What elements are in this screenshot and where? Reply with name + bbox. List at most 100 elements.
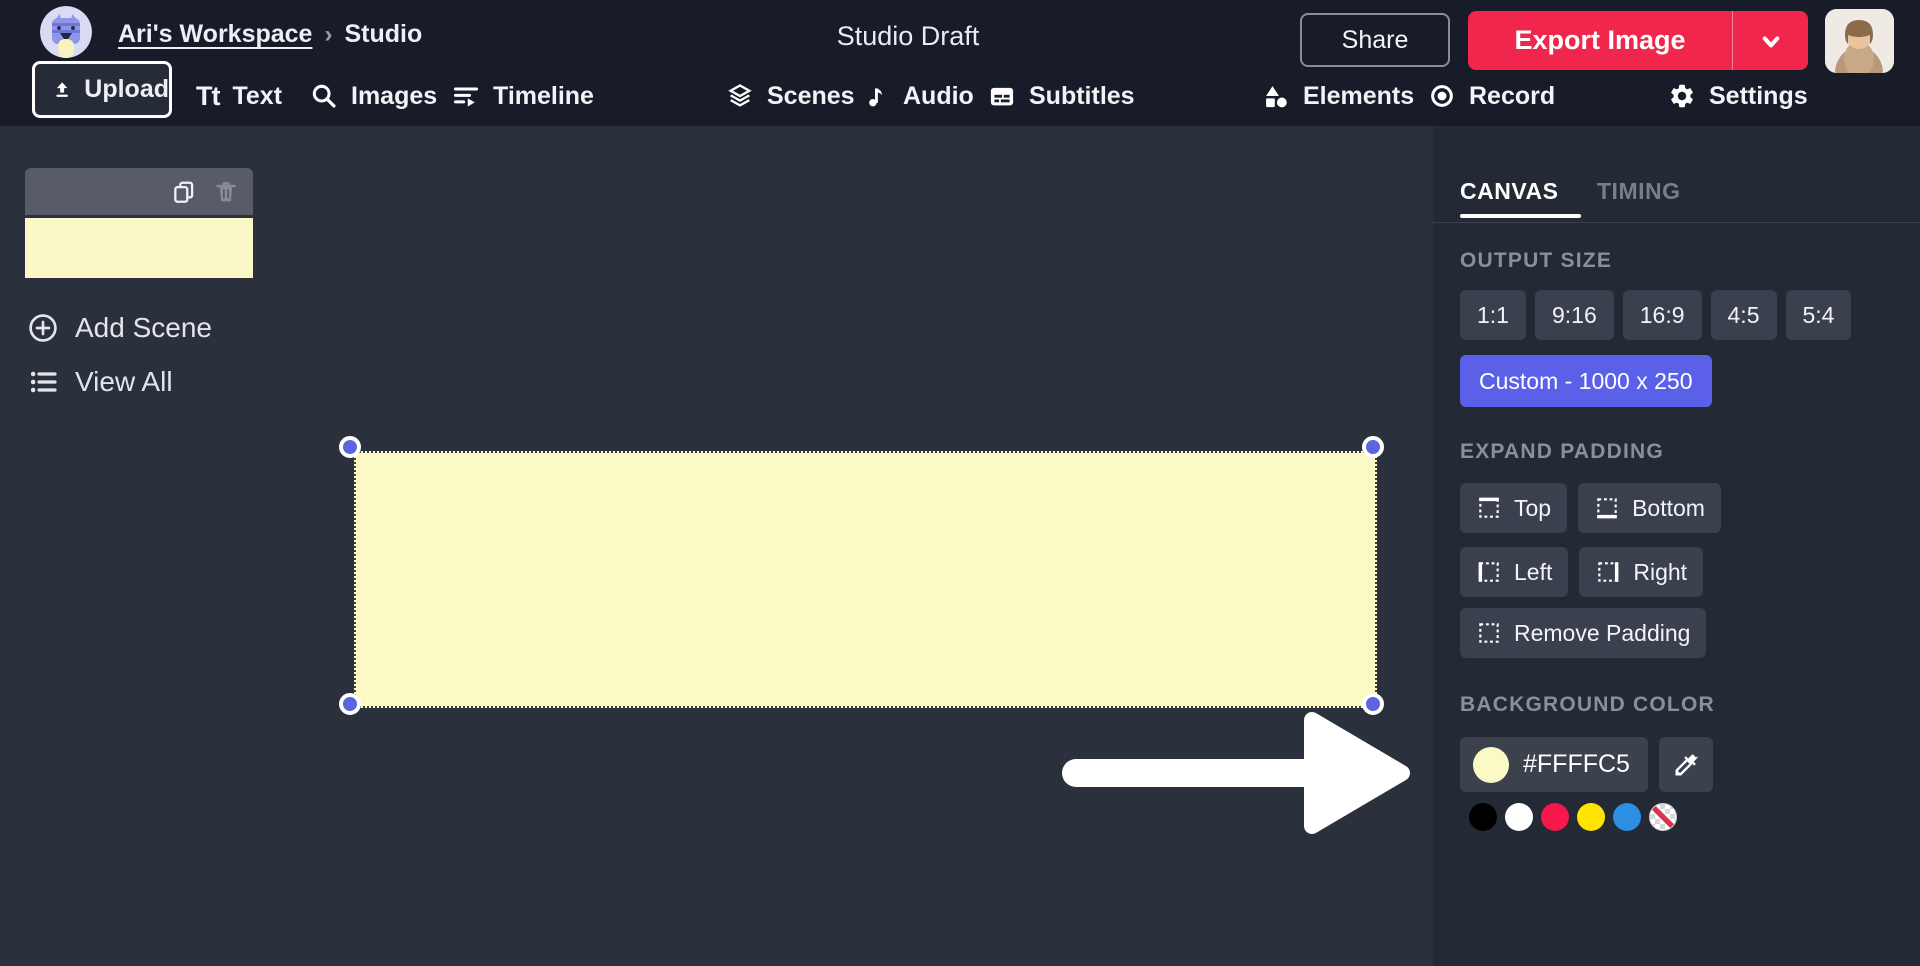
resize-handle-top-left[interactable] bbox=[339, 436, 361, 458]
pad-left-label: Left bbox=[1514, 558, 1553, 585]
remove-padding-icon bbox=[1479, 623, 1499, 643]
delete-scene-button[interactable] bbox=[213, 179, 239, 205]
tab-subtitles[interactable]: Subtitles bbox=[988, 70, 1135, 122]
text-icon: Tt bbox=[196, 80, 221, 111]
workspace-avatar[interactable] bbox=[40, 6, 92, 58]
padding-row-2: Left Right bbox=[1460, 547, 1704, 597]
tab-settings-label: Settings bbox=[1709, 81, 1808, 110]
arrow-right-icon bbox=[1062, 712, 1410, 834]
resize-handle-top-right[interactable] bbox=[1362, 436, 1384, 458]
tab-upload[interactable]: Upload bbox=[32, 61, 172, 118]
pad-right-button[interactable]: Right bbox=[1579, 547, 1704, 597]
tab-elements-label: Elements bbox=[1303, 81, 1415, 110]
tab-record-label: Record bbox=[1469, 81, 1556, 110]
active-tab-underline bbox=[1460, 214, 1581, 218]
shapes-icon bbox=[1266, 86, 1287, 108]
tab-timeline[interactable]: Timeline bbox=[452, 70, 594, 122]
plus-circle-icon bbox=[29, 314, 57, 342]
duplicate-scene-button[interactable] bbox=[171, 179, 197, 205]
breadcrumb-workspace-link[interactable]: Ari's Workspace bbox=[118, 20, 312, 49]
subtitles-icon bbox=[990, 87, 1014, 106]
user-photo bbox=[1825, 9, 1894, 73]
view-all-button[interactable]: View All bbox=[27, 366, 173, 398]
view-all-label: View All bbox=[75, 366, 173, 397]
tab-text[interactable]: Tt Text bbox=[196, 70, 282, 122]
background-color-row: #FFFFC5 bbox=[1460, 737, 1713, 792]
tab-subtitles-label: Subtitles bbox=[1029, 81, 1135, 110]
selected-rectangle[interactable] bbox=[354, 451, 1377, 708]
scene-card-toolbar bbox=[25, 168, 253, 215]
tab-scenes-label: Scenes bbox=[767, 81, 855, 110]
remove-padding-button[interactable]: Remove Padding bbox=[1460, 608, 1707, 658]
pad-bottom-label: Bottom bbox=[1632, 494, 1705, 521]
swatch-black[interactable] bbox=[1469, 803, 1497, 831]
current-color-swatch bbox=[1473, 746, 1509, 783]
header-bar: Ari's Workspace › Studio Studio Draft Sh… bbox=[0, 0, 1920, 126]
resize-handle-bottom-right[interactable] bbox=[1362, 693, 1384, 715]
swatch-transparent[interactable] bbox=[1649, 803, 1677, 831]
pad-top-icon bbox=[1479, 497, 1499, 518]
custom-size-button[interactable]: Custom - 1000 x 250 bbox=[1460, 355, 1712, 407]
music-note-icon bbox=[869, 88, 882, 107]
panel-divider bbox=[1433, 222, 1920, 223]
export-image-button[interactable]: Export Image bbox=[1468, 11, 1808, 70]
search-icon bbox=[312, 84, 336, 108]
copy-icon bbox=[174, 181, 194, 203]
pad-bottom-icon bbox=[1597, 498, 1617, 519]
tab-record[interactable]: Record bbox=[1428, 70, 1555, 122]
record-icon bbox=[1431, 85, 1453, 107]
swatch-red[interactable] bbox=[1541, 803, 1569, 831]
tab-text-label: Text bbox=[232, 81, 283, 110]
breadcrumb-page: Studio bbox=[344, 20, 423, 48]
padding-row-3: Remove Padding bbox=[1460, 608, 1707, 658]
timeline-icon bbox=[453, 87, 479, 107]
list-icon bbox=[30, 371, 57, 393]
add-scene-label: Add Scene bbox=[75, 312, 212, 343]
arrow-element[interactable] bbox=[1050, 708, 1420, 843]
swatch-white[interactable] bbox=[1505, 803, 1533, 831]
tab-scenes[interactable]: Scenes bbox=[726, 70, 855, 122]
pad-right-label: Right bbox=[1633, 558, 1688, 585]
tab-audio[interactable]: Audio bbox=[864, 70, 974, 122]
background-color-label: BACKGROUND COLOR bbox=[1460, 693, 1715, 716]
color-hex-button[interactable]: #FFFFC5 bbox=[1460, 737, 1648, 792]
eyedropper-icon bbox=[1675, 753, 1698, 775]
pad-bottom-button[interactable]: Bottom bbox=[1578, 483, 1721, 533]
tab-canvas[interactable]: CANVAS bbox=[1460, 178, 1558, 205]
ratio-16-9-button[interactable]: 16:9 bbox=[1622, 290, 1702, 340]
pad-left-button[interactable]: Left bbox=[1460, 547, 1569, 597]
ratio-9-16-button[interactable]: 9:16 bbox=[1534, 290, 1614, 340]
scene-thumbnail[interactable] bbox=[25, 218, 253, 278]
tab-timing[interactable]: TIMING bbox=[1597, 178, 1681, 205]
cat-avatar-icon bbox=[40, 6, 92, 58]
resize-handle-bottom-left[interactable] bbox=[339, 693, 361, 715]
expand-padding-label: EXPAND PADDING bbox=[1460, 440, 1664, 463]
export-options-toggle[interactable] bbox=[1732, 11, 1808, 70]
tab-images[interactable]: Images bbox=[310, 70, 437, 122]
preset-swatches bbox=[1469, 803, 1677, 831]
tab-settings[interactable]: Settings bbox=[1668, 70, 1808, 122]
breadcrumb-separator: › bbox=[324, 20, 333, 48]
pad-top-button[interactable]: Top bbox=[1460, 483, 1568, 533]
breadcrumb: Ari's Workspace › Studio bbox=[118, 20, 422, 49]
share-button-label: Share bbox=[1341, 25, 1409, 54]
pad-top-label: Top bbox=[1514, 494, 1552, 521]
user-avatar[interactable] bbox=[1825, 9, 1894, 73]
eyedropper-button[interactable] bbox=[1658, 737, 1713, 792]
pad-left-icon bbox=[1478, 562, 1499, 582]
document-title[interactable]: Studio Draft bbox=[837, 21, 980, 52]
remove-padding-label: Remove Padding bbox=[1514, 619, 1691, 646]
swatch-yellow[interactable] bbox=[1577, 803, 1605, 831]
ratio-5-4-button[interactable]: 5:4 bbox=[1785, 290, 1852, 340]
chevron-down-icon bbox=[1762, 36, 1779, 47]
ratio-1-1-button[interactable]: 1:1 bbox=[1460, 290, 1526, 340]
pad-right-icon bbox=[1598, 562, 1619, 582]
share-button[interactable]: Share bbox=[1300, 13, 1450, 67]
padding-row-1: Top Bottom bbox=[1460, 483, 1721, 533]
color-hex-value: #FFFFC5 bbox=[1523, 750, 1630, 778]
ratio-4-5-button[interactable]: 4:5 bbox=[1710, 290, 1777, 340]
tab-elements[interactable]: Elements bbox=[1262, 70, 1414, 122]
export-button-label: Export Image bbox=[1514, 25, 1686, 55]
add-scene-button[interactable]: Add Scene bbox=[27, 312, 212, 344]
swatch-blue[interactable] bbox=[1613, 803, 1641, 831]
